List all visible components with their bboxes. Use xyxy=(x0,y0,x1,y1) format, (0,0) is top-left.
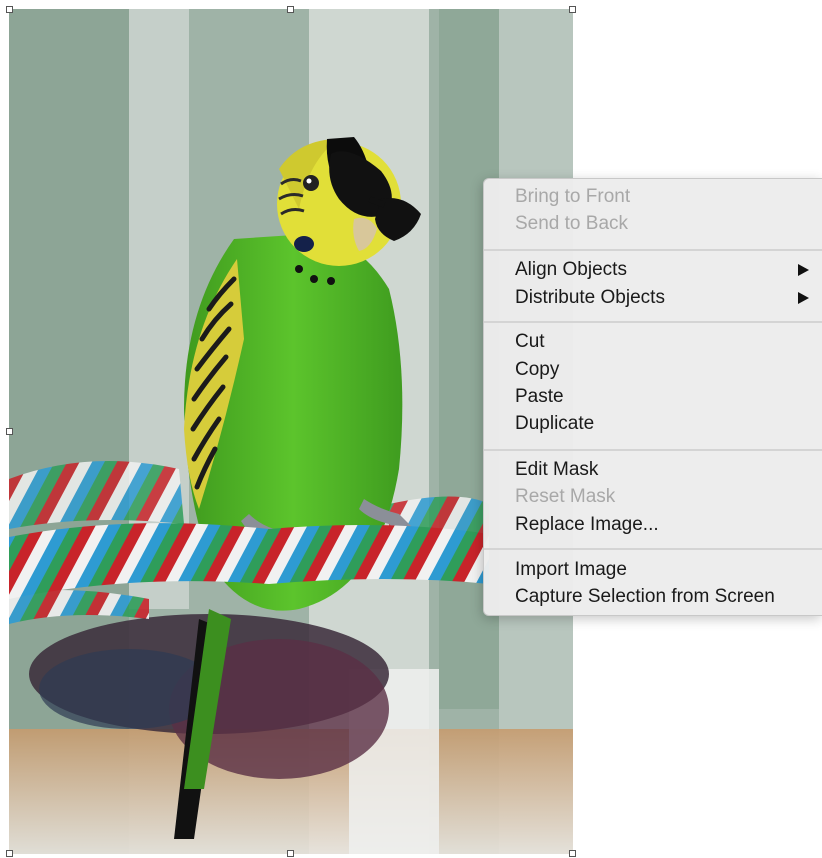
resize-handle-bottom-left[interactable] xyxy=(6,850,13,857)
menu-item-label: Send to Back xyxy=(515,213,629,234)
menu-separator xyxy=(484,548,822,550)
menu-item-send-to-back[interactable]: Send to Back xyxy=(484,211,822,237)
resize-handle-top-left[interactable] xyxy=(6,6,13,13)
resize-handle-bottom-right[interactable] xyxy=(569,850,576,857)
menu-item-label: Copy xyxy=(515,359,560,380)
menu-item-label: Replace Image... xyxy=(515,514,659,535)
menu-item-copy[interactable]: Copy xyxy=(484,357,822,383)
menu-item-bring-to-front[interactable]: Bring to Front xyxy=(484,184,822,210)
submenu-arrow-icon xyxy=(798,264,809,276)
menu-item-label: Bring to Front xyxy=(515,186,631,207)
menu-item-label: Reset Mask xyxy=(515,486,616,507)
context-menu: Bring to Front Send to Back Align Object… xyxy=(483,178,822,616)
menu-item-duplicate[interactable]: Duplicate xyxy=(484,411,822,437)
menu-item-label: Edit Mask xyxy=(515,459,599,480)
menu-item-label: Capture Selection from Screen xyxy=(515,586,775,607)
menu-item-capture-selection[interactable]: Capture Selection from Screen xyxy=(484,584,822,610)
resize-handle-top-right[interactable] xyxy=(569,6,576,13)
menu-separator xyxy=(484,321,822,323)
resize-handle-top-center[interactable] xyxy=(287,6,294,13)
menu-item-label: Distribute Objects xyxy=(515,287,665,308)
menu-item-label: Cut xyxy=(515,331,545,352)
menu-item-align-objects[interactable]: Align Objects xyxy=(484,257,822,283)
menu-item-replace-image[interactable]: Replace Image... xyxy=(484,512,822,538)
menu-separator xyxy=(484,249,822,251)
menu-item-label: Align Objects xyxy=(515,259,627,280)
menu-item-paste[interactable]: Paste xyxy=(484,384,822,410)
document-canvas[interactable]: Bring to Front Send to Back Align Object… xyxy=(0,0,822,858)
submenu-arrow-icon xyxy=(798,292,809,304)
menu-item-import-image[interactable]: Import Image xyxy=(484,557,822,583)
menu-item-edit-mask[interactable]: Edit Mask xyxy=(484,457,822,483)
menu-item-distribute-objects[interactable]: Distribute Objects xyxy=(484,285,822,311)
menu-item-label: Import Image xyxy=(515,559,627,580)
resize-handle-bottom-center[interactable] xyxy=(287,850,294,857)
menu-item-cut[interactable]: Cut xyxy=(484,329,822,355)
menu-item-label: Paste xyxy=(515,386,564,407)
menu-item-reset-mask[interactable]: Reset Mask xyxy=(484,484,822,510)
menu-separator xyxy=(484,449,822,451)
resize-handle-middle-left[interactable] xyxy=(6,428,13,435)
menu-item-label: Duplicate xyxy=(515,413,595,434)
